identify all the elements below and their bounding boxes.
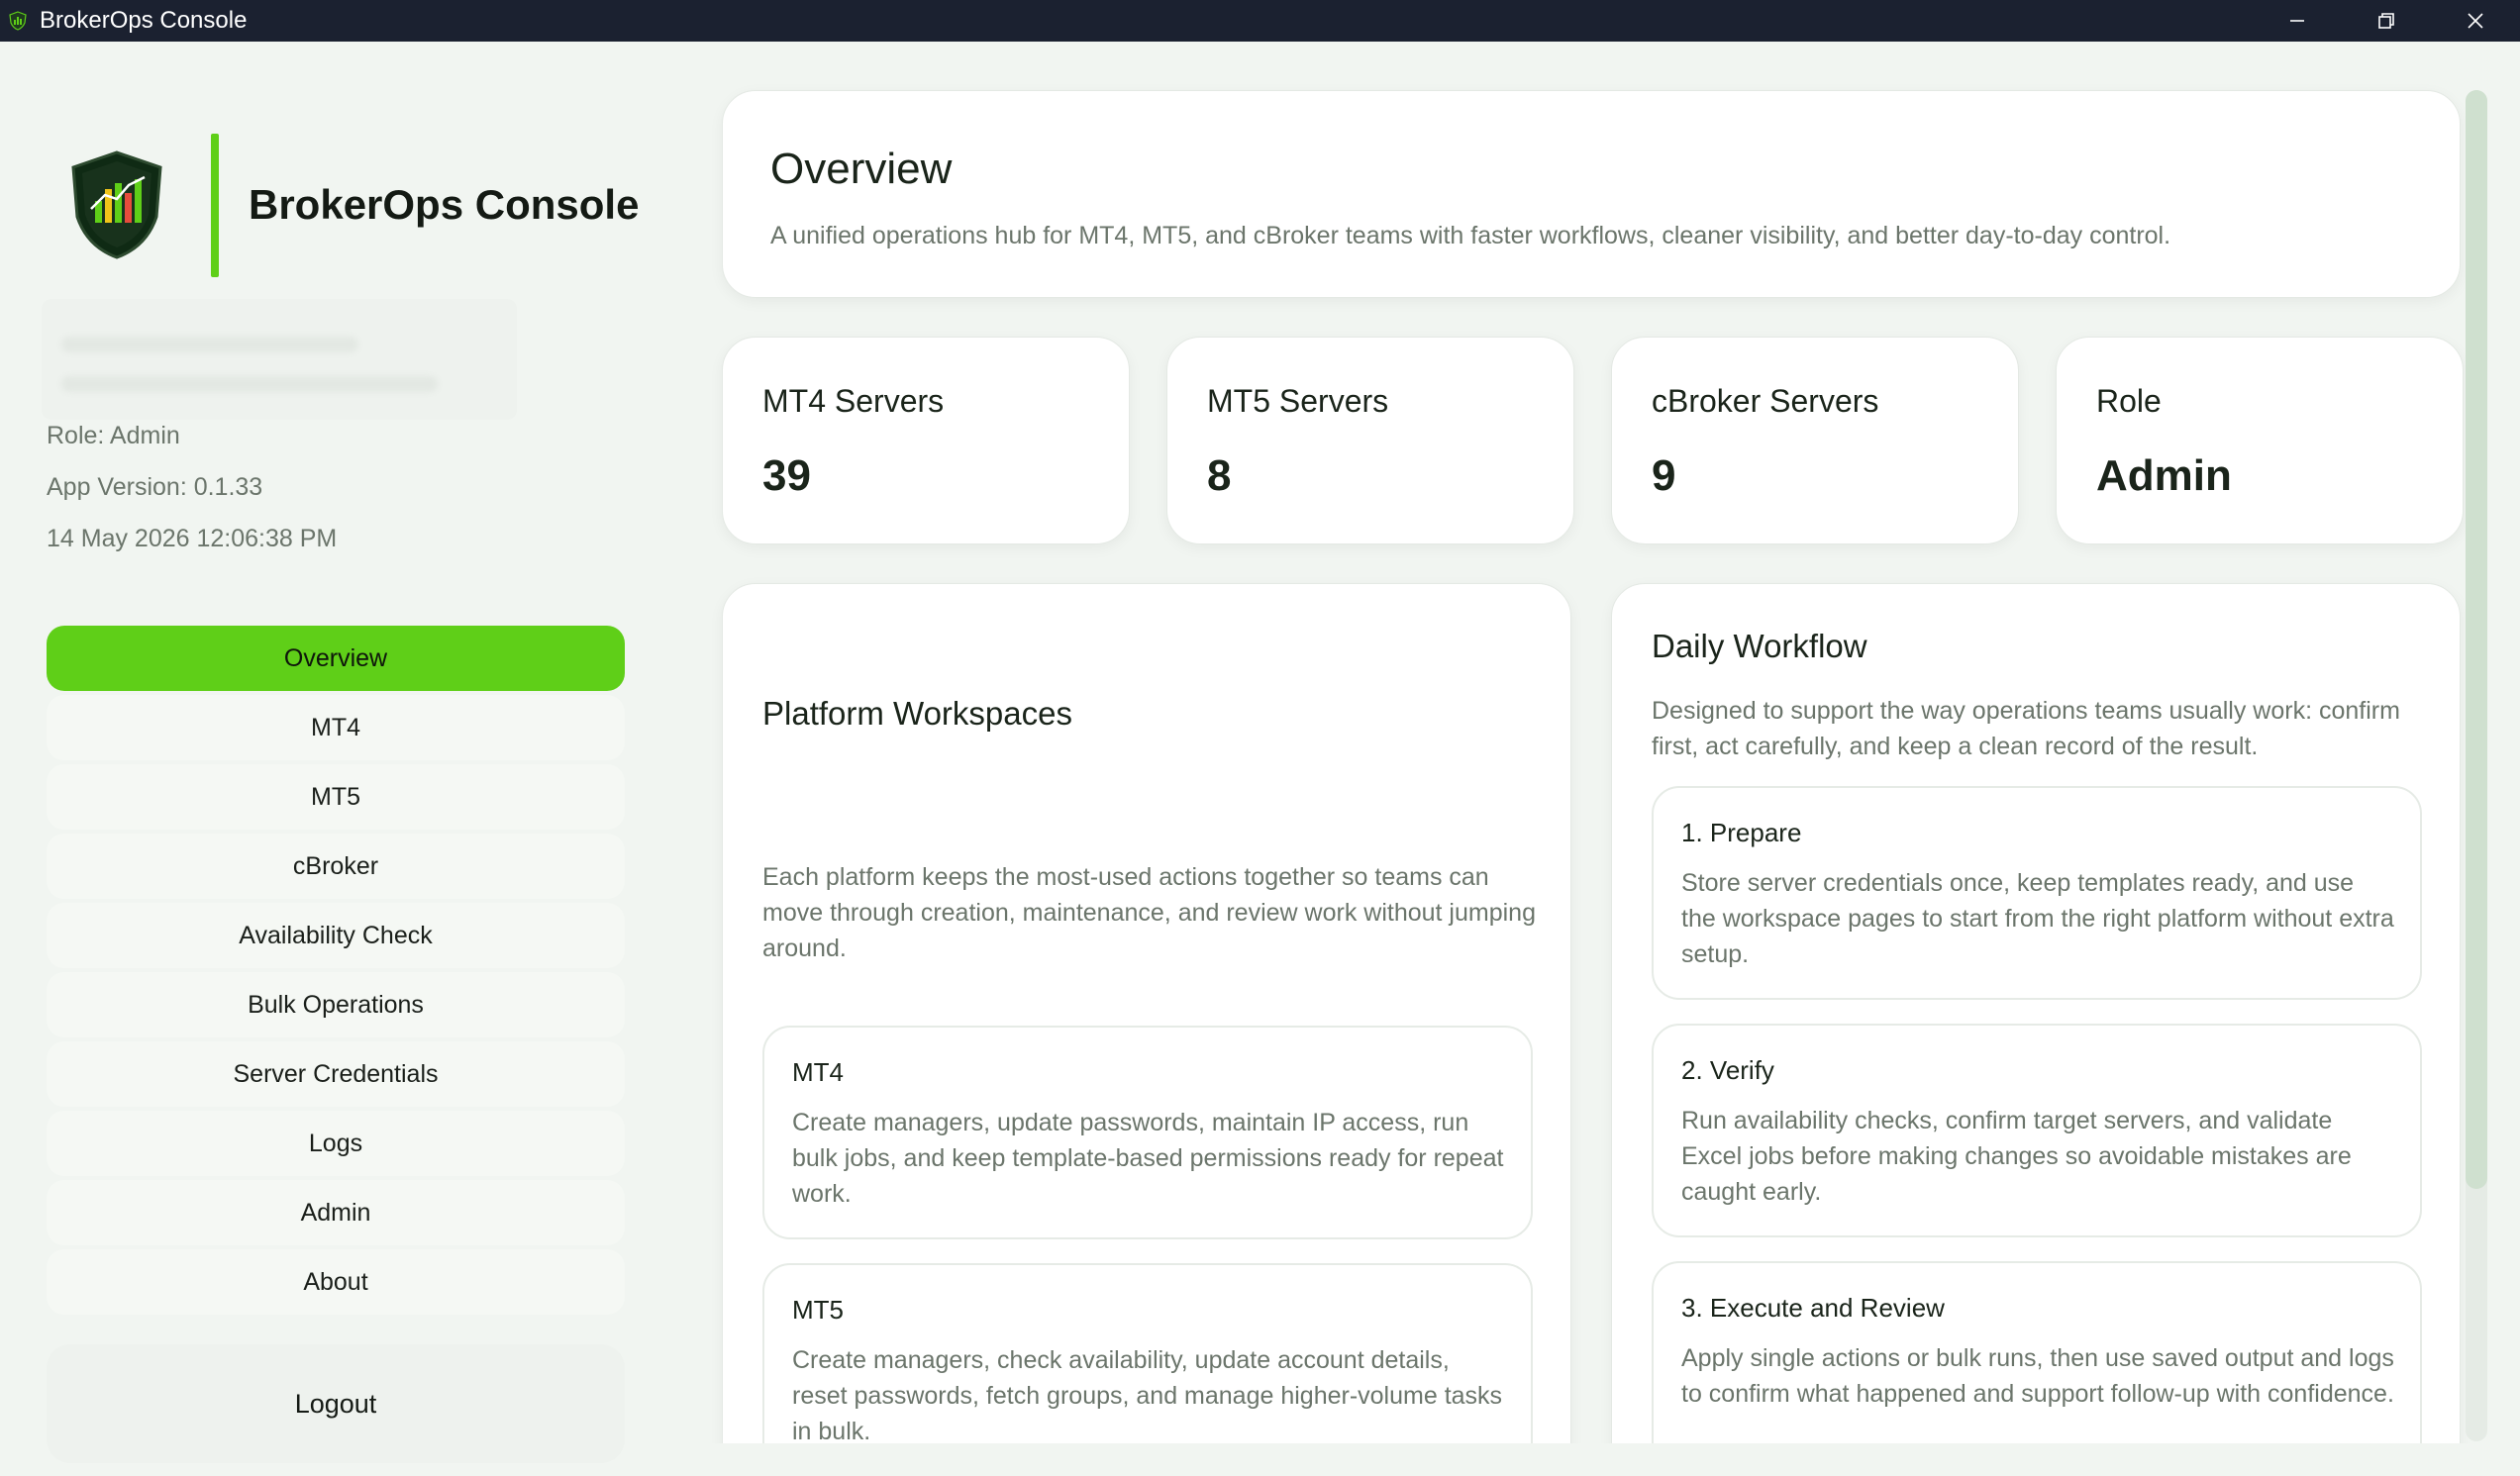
sidebar-item-about[interactable]: About xyxy=(47,1249,625,1315)
sidebar-item-overview[interactable]: Overview xyxy=(47,626,625,691)
stat-value: 39 xyxy=(762,451,811,500)
stat-label: MT5 Servers xyxy=(1207,383,1389,419)
app-shield-icon xyxy=(9,11,27,31)
stat-label: cBroker Servers xyxy=(1652,383,1879,419)
current-datetime: 14 May 2026 12:06:38 PM xyxy=(47,525,338,552)
step-title: 3. Execute and Review xyxy=(1681,1293,1945,1323)
scrollbar-thumb[interactable] xyxy=(2466,90,2487,1189)
workspace-title: MT5 xyxy=(792,1295,844,1325)
page-subtitle: A unified operations hub for MT4, MT5, a… xyxy=(770,222,2171,249)
stat-card-role: Role Admin xyxy=(2056,337,2464,544)
section-description: Each platform keeps the most-used action… xyxy=(762,863,1536,962)
step-description: Run availability checks, confirm target … xyxy=(1681,1107,2352,1206)
sidebar-item-mt5[interactable]: MT5 xyxy=(47,764,625,830)
brand-header: BrokerOps Console xyxy=(67,111,639,299)
sidebar-item-bulk-operations[interactable]: Bulk Operations xyxy=(47,972,625,1037)
stat-value: 8 xyxy=(1207,451,1232,500)
stat-card-mt4-servers: MT4 Servers 39 xyxy=(722,337,1130,544)
workspace-title: MT4 xyxy=(792,1057,844,1087)
close-icon xyxy=(2468,13,2483,29)
content-bottom-edge xyxy=(673,1443,2520,1476)
workspace-card-mt4[interactable]: MT4 Create managers, update passwords, m… xyxy=(762,1026,1533,1239)
close-button[interactable] xyxy=(2431,0,2520,42)
platform-workspaces-card: Platform Workspaces Each platform keeps … xyxy=(722,583,1571,1476)
main-scrollbar[interactable] xyxy=(2466,90,2487,1441)
overview-card: Overview A unified operations hub for MT… xyxy=(722,90,2461,298)
window-title: BrokerOps Console xyxy=(40,7,248,34)
stat-label: Role xyxy=(2096,383,2162,419)
user-role: Role: Admin xyxy=(47,422,180,449)
section-description: Designed to support the way operations t… xyxy=(1652,697,2400,760)
window-controls xyxy=(2253,0,2520,42)
page-title: Overview xyxy=(770,145,953,193)
restore-button[interactable] xyxy=(2342,0,2431,42)
section-title: Daily Workflow xyxy=(1652,628,1867,664)
workspace-description: Create managers, check availability, upd… xyxy=(792,1346,1503,1445)
workspace-description: Create managers, update passwords, maint… xyxy=(792,1109,1504,1208)
daily-workflow-card: Daily Workflow Designed to support the w… xyxy=(1611,583,2461,1476)
stat-value: Admin xyxy=(2096,451,2232,500)
sidebar-item-mt4[interactable]: MT4 xyxy=(47,695,625,760)
app-version: App Version: 0.1.33 xyxy=(47,473,263,501)
sidebar-item-availability-check[interactable]: Availability Check xyxy=(47,903,625,968)
stat-card-mt5-servers: MT5 Servers 8 xyxy=(1166,337,1574,544)
sidebar: BrokerOps Console Role: Admin App Versio… xyxy=(0,42,673,1476)
stat-value: 9 xyxy=(1652,451,1676,500)
workflow-step-prepare: 1. Prepare Store server credentials once… xyxy=(1652,786,2422,1000)
workflow-step-verify: 2. Verify Run availability checks, confi… xyxy=(1652,1024,2422,1237)
logout-button[interactable]: Logout xyxy=(47,1344,625,1463)
section-title: Platform Workspaces xyxy=(762,695,1072,732)
brand-shield-logo-icon xyxy=(71,150,162,259)
step-description: Apply single actions or bulk runs, then … xyxy=(1681,1344,2394,1408)
step-title: 1. Prepare xyxy=(1681,818,1802,847)
minimize-icon xyxy=(2290,20,2304,22)
stat-card-cbroker-servers: cBroker Servers 9 xyxy=(1611,337,2019,544)
sidebar-item-logs[interactable]: Logs xyxy=(47,1111,625,1176)
step-title: 2. Verify xyxy=(1681,1055,1774,1085)
sidebar-item-admin[interactable]: Admin xyxy=(47,1180,625,1245)
sidebar-item-server-credentials[interactable]: Server Credentials xyxy=(47,1041,625,1107)
brand-accent-bar xyxy=(211,133,219,277)
user-info-redacted xyxy=(42,299,517,420)
restore-icon xyxy=(2378,13,2394,29)
brand-name: BrokerOps Console xyxy=(249,181,640,228)
stat-label: MT4 Servers xyxy=(762,383,945,419)
step-description: Store server credentials once, keep temp… xyxy=(1681,869,2394,968)
sidebar-nav: Overview MT4 MT5 cBroker Availability Ch… xyxy=(47,626,625,1319)
title-bar: BrokerOps Console xyxy=(0,0,2520,42)
sidebar-item-cbroker[interactable]: cBroker xyxy=(47,834,625,899)
minimize-button[interactable] xyxy=(2253,0,2342,42)
